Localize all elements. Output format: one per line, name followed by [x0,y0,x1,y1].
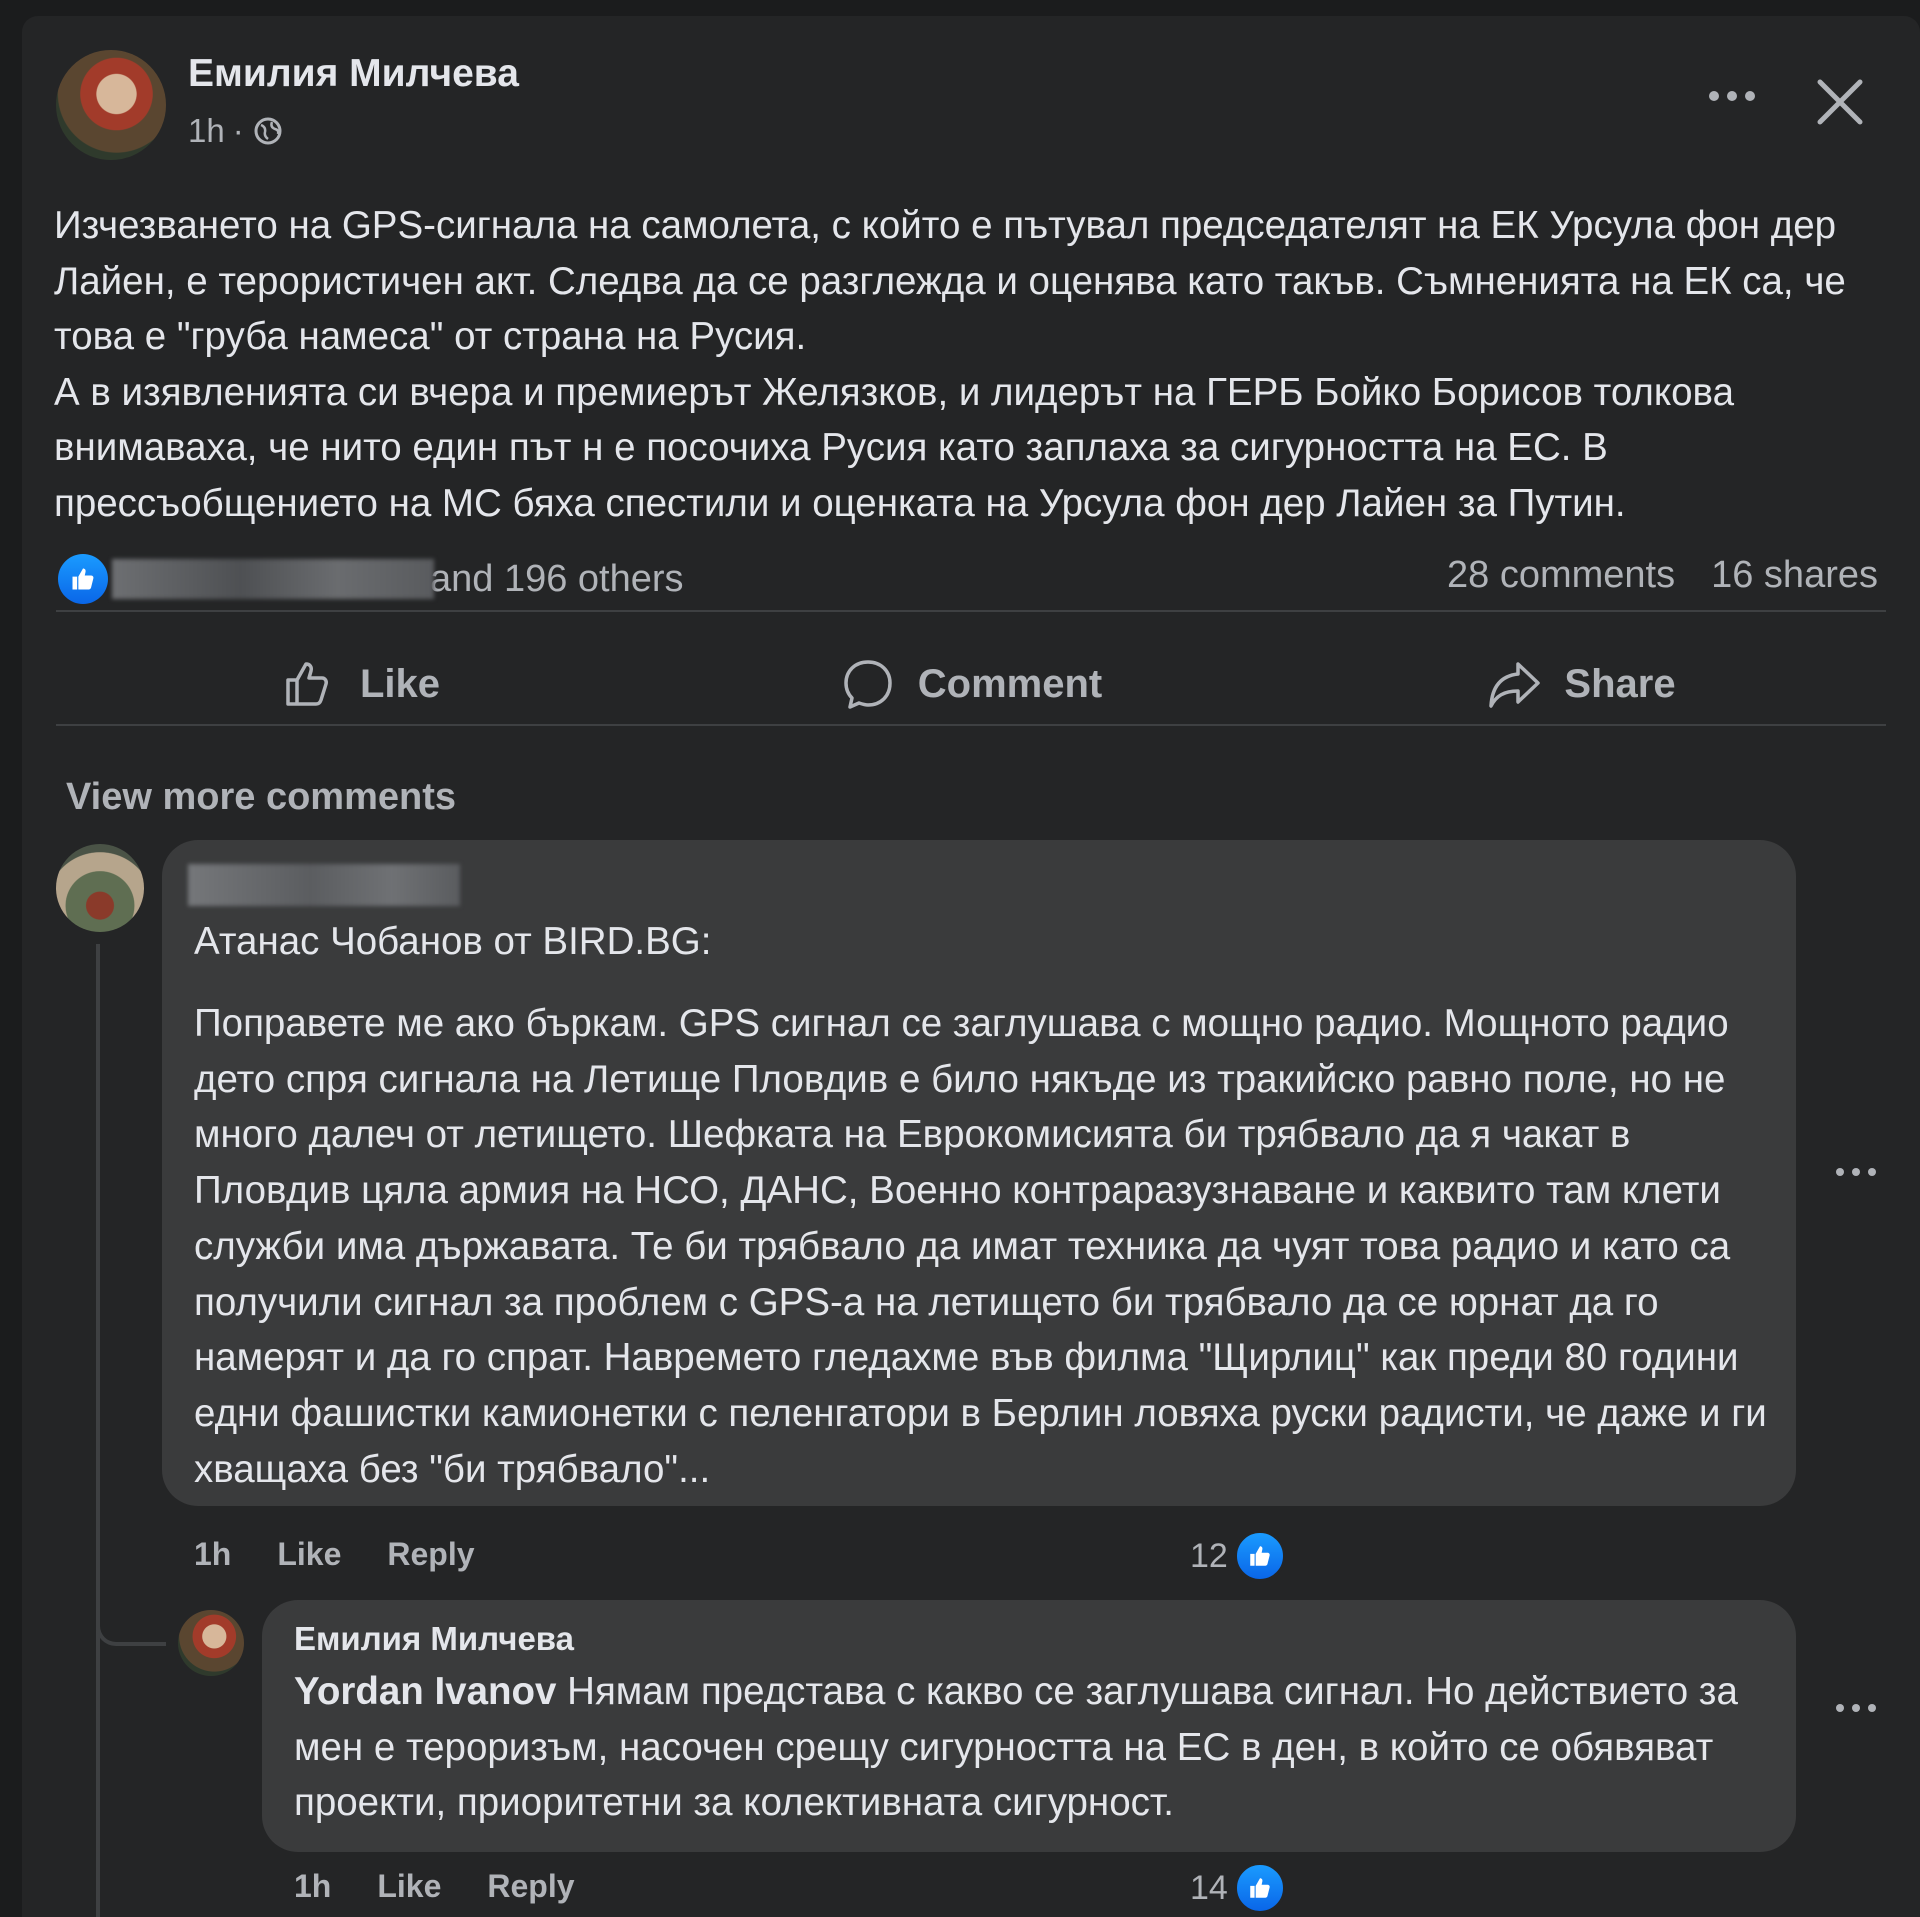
like-icon [286,662,328,706]
reactions-text[interactable]: and 196 others [430,558,684,601]
reply-like-link[interactable]: Like [377,1868,441,1905]
comment-more-icon[interactable] [1834,1162,1878,1182]
reply-mention[interactable]: Yordan Ivanov [294,1670,556,1713]
post-paragraph-1: Изчезването на GPS-сигнала на самолета, … [54,204,1846,358]
reply-reaction-count: 14 [1190,1868,1228,1907]
reply-body: Yordan Ivanov Нямам представа с какво се… [294,1664,1784,1831]
comment-reactions[interactable]: 12 [1190,1530,1286,1582]
meta-separator: · [232,112,244,149]
post-text: Изчезването на GPS-сигнала на самолета, … [54,198,1894,531]
comment-button[interactable]: Comment [666,630,1276,738]
shares-count[interactable]: 16 shares [1711,554,1878,597]
comment-like-link[interactable]: Like [277,1536,341,1573]
comment-time[interactable]: 1h [194,1536,231,1573]
thread-line [96,944,100,1917]
post-card: Емилия Милчева 1h · Изчезването на GPS-с… [22,16,1920,1917]
author-name[interactable]: Емилия Милчева [188,52,519,96]
like-button[interactable]: Like [56,630,666,738]
comment-reply-link[interactable]: Reply [387,1536,474,1573]
comment-icon [844,660,892,709]
blurred-commenter-name [188,864,460,906]
share-button[interactable]: Share [1276,630,1886,738]
like-reaction-icon [1233,1530,1286,1582]
divider-top [56,610,1886,612]
share-label: Share [1564,661,1676,706]
thread-connector [96,1586,166,1646]
blurred-reactor-names [112,559,434,599]
commenter-avatar[interactable] [56,844,144,932]
reply-reactions[interactable]: 14 [1190,1862,1286,1914]
action-bar: Like Comment Share [56,630,1886,738]
reply-time[interactable]: 1h [294,1868,331,1905]
view-more-comments-link[interactable]: View more comments [66,776,456,819]
post-meta: 1h · [188,112,284,150]
post-paragraph-2: А в изявленията си вчера и премиерът Жел… [54,370,1734,525]
author-avatar[interactable] [56,50,166,160]
share-icon [1489,662,1541,708]
like-reaction-icon [1233,1862,1286,1914]
reactions-summary[interactable]: and 196 others [58,552,684,606]
reply-more-icon[interactable] [1834,1698,1878,1718]
comments-count[interactable]: 28 comments [1447,554,1675,597]
divider-bottom [56,724,1886,726]
comment-header-line: Атанас Чобанов от BIRD.BG: [194,920,712,963]
comment-reaction-count: 12 [1190,1536,1228,1575]
post-time[interactable]: 1h [188,112,225,150]
reply-actions: 1h Like Reply [294,1868,575,1905]
like-reaction-icon [58,554,108,604]
more-options-icon[interactable] [1702,76,1762,116]
like-label: Like [359,661,441,706]
reply-author-avatar[interactable] [178,1610,244,1676]
reply-reply-link[interactable]: Reply [487,1868,574,1905]
comment-label: Comment [917,661,1103,706]
comment-body: Поправете ме ако бъркам. GPS сигнал се з… [194,1002,1767,1491]
engagement-counts: 28 comments 16 shares [1447,554,1878,597]
close-icon[interactable] [1810,72,1870,132]
reply-author-name[interactable]: Емилия Милчева [294,1620,574,1658]
globe-icon [252,115,284,147]
comment-actions: 1h Like Reply [194,1536,475,1573]
